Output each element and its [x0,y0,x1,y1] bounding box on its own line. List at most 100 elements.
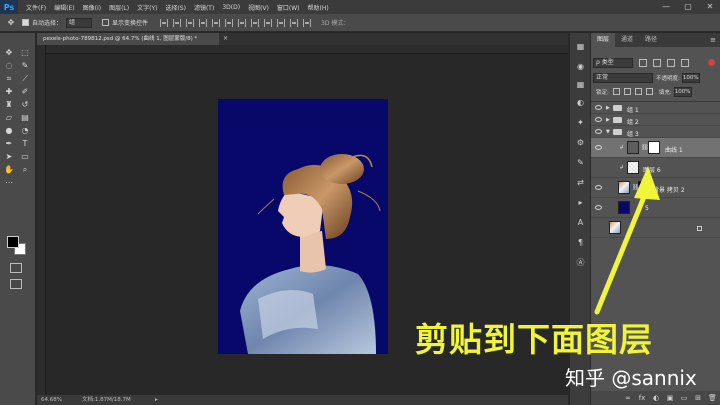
properties-icon[interactable]: ⚙ [575,137,586,148]
tab-layers[interactable]: 图层 [591,33,616,47]
link-layers-icon[interactable]: ∞ [624,394,632,402]
layer-row-5[interactable]: 5 [591,198,720,218]
layer-row-background[interactable] [591,218,720,238]
rectangle-icon[interactable]: ▭ [18,151,32,163]
eyedropper-icon[interactable]: ⟋ [18,73,32,85]
zoom-level[interactable]: 64.68% [41,395,62,405]
brush-icon[interactable]: ✐ [18,86,32,98]
pen-icon[interactable]: ✒ [2,138,16,150]
layer-mask-thumbnail[interactable] [638,181,650,194]
foreground-color-swatch[interactable] [7,236,19,248]
eye-icon[interactable] [595,205,602,210]
close-tab-icon[interactable]: × [223,33,228,45]
layer-mask-thumbnail[interactable] [648,141,660,154]
crop-icon[interactable]: ⌗ [2,73,16,85]
lock-image-icon[interactable] [623,88,631,95]
document-image[interactable] [218,99,388,354]
adjustments-icon[interactable]: ◐ [575,97,586,108]
close-button[interactable]: ✕ [704,1,716,13]
eraser-icon[interactable]: ▱ [2,112,16,124]
filter-shape-icon[interactable] [681,58,689,67]
auto-select-dropdown[interactable]: 组 [66,17,93,28]
path-select-icon[interactable]: ➤ [2,151,16,163]
chevron-down-icon[interactable]: ▼ [606,129,610,135]
layer-row-curves-1[interactable]: ↲ ⛓ 曲线 1 [591,138,720,158]
menu-view[interactable]: 视图(V) [248,3,269,12]
gradient-icon[interactable]: ▤ [18,112,32,124]
layer-row-background-copy-2[interactable]: ⛓ 背景 拷贝 2 [591,178,720,198]
filter-type-icon[interactable] [667,58,675,67]
layer-thumbnail[interactable] [618,201,630,214]
distribute-bottom-icon[interactable] [264,18,273,27]
maximize-button[interactable]: ▢ [682,1,694,13]
glyph-icon[interactable]: Ⓐ [575,257,586,268]
status-menu-arrow[interactable]: ▸ [155,395,158,405]
align-top-icon[interactable] [160,18,169,27]
layer-style-icon[interactable]: fx [638,394,646,402]
chevron-right-icon[interactable]: ▶ [606,105,610,111]
menu-select[interactable]: 选择(S) [165,3,186,12]
more-tools-icon[interactable]: ⋯ [2,177,16,189]
auto-select-checkbox[interactable] [22,19,29,26]
filter-kind-dropdown[interactable]: ρ 类型 [593,57,633,68]
menu-3d[interactable]: 3D(D) [222,4,240,11]
fill-input[interactable]: 100% [673,86,692,97]
menu-window[interactable]: 窗口(W) [277,3,300,12]
layer-row-layer-6[interactable]: ↲ 图层 6 [591,158,720,178]
character-icon[interactable]: A [575,217,586,228]
opacity-input[interactable]: 100% [681,72,700,83]
align-middle-icon[interactable] [173,18,182,27]
menu-layer[interactable]: 图层(L) [109,3,129,12]
filter-toggle[interactable] [708,59,715,66]
show-transform-checkbox[interactable] [102,19,110,26]
lock-transparent-icon[interactable] [612,88,620,95]
distribute-top-icon[interactable] [238,18,247,27]
align-center-icon[interactable] [212,18,221,27]
paragraph-icon[interactable]: ¶ [575,237,586,248]
eye-icon[interactable] [595,129,602,134]
eye-icon[interactable] [595,185,602,190]
menu-edit[interactable]: 编辑(E) [54,3,74,12]
dodge-icon[interactable]: ◔ [18,125,32,137]
brush-settings-icon[interactable]: ✎ [575,157,586,168]
distribute-right-icon[interactable] [303,18,312,27]
distribute-middle-icon[interactable] [251,18,260,27]
clone-source-icon[interactable]: ⇄ [575,177,586,188]
blend-mode-dropdown[interactable]: 正常 [593,72,653,83]
layer-row-group-1[interactable]: ▶ 组 1 [591,102,720,114]
filter-adjustment-icon[interactable] [653,58,661,67]
add-mask-icon[interactable]: ◐ [652,394,660,402]
marquee-icon[interactable]: ⬚ [18,47,32,59]
lock-position-icon[interactable] [634,88,642,95]
quick-mask-icon[interactable] [10,263,22,273]
blur-icon[interactable]: ● [2,125,16,137]
new-adjustment-icon[interactable]: ▣ [666,394,674,402]
distribute-left-icon[interactable] [277,18,286,27]
layer-row-group-2[interactable]: ▶ 组 2 [591,114,720,126]
menu-help[interactable]: 帮助(H) [308,3,329,12]
swatches-icon[interactable]: ▦ [575,79,586,90]
panel-menu-icon[interactable]: ≡ [710,33,716,47]
tab-channels[interactable]: 通道 [615,33,639,47]
history-icon[interactable]: ▦ [575,41,586,52]
stamp-icon[interactable]: ♜ [2,99,16,111]
filter-pixel-icon[interactable] [639,58,647,67]
move-tool-icon[interactable]: ✥ [6,18,16,28]
new-group-icon[interactable]: ▭ [680,394,688,402]
color-icon[interactable]: ◉ [575,61,586,72]
layer-thumbnail[interactable] [627,161,639,174]
eye-icon[interactable] [595,117,602,122]
trash-icon[interactable]: 🗑 [708,394,717,402]
hand-icon[interactable]: ✋ [2,164,16,176]
align-left-icon[interactable] [199,18,208,27]
menu-filter[interactable]: 滤镜(T) [194,3,214,12]
eye-icon[interactable] [595,145,602,150]
eye-icon[interactable] [595,105,602,110]
type-icon[interactable]: T [18,138,32,150]
move-icon[interactable]: ✥ [2,47,16,59]
layer-row-group-3[interactable]: ▼ 组 3 [591,126,720,138]
align-bottom-icon[interactable] [186,18,195,27]
new-layer-icon[interactable]: ⊞ [694,394,702,402]
layer-thumbnail[interactable] [618,181,630,194]
healing-icon[interactable]: ✚ [2,86,16,98]
